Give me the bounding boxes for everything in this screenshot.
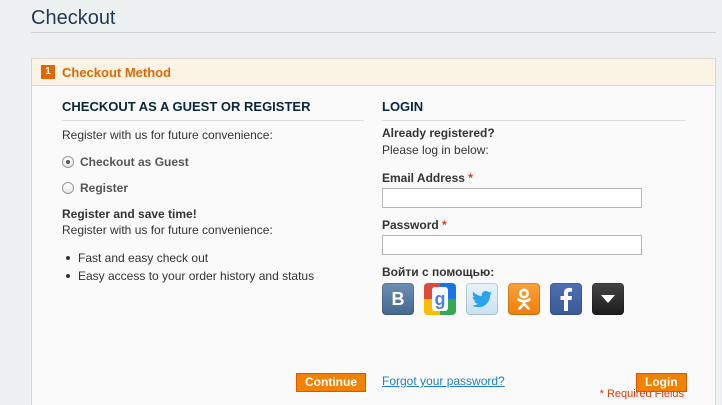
twitter-icon[interactable] [466, 283, 498, 315]
already-registered-text: Already registered? [382, 126, 495, 140]
register-option[interactable]: Register [62, 181, 128, 195]
required-asterisk: * [442, 218, 447, 232]
bullet-icon [66, 274, 70, 278]
odnoklassniki-glyph-icon [517, 288, 531, 310]
email-label: Email Address * [382, 171, 473, 186]
register-radio[interactable] [62, 182, 74, 194]
list-item: Fast and easy check out [62, 249, 314, 267]
register-label[interactable]: Register [80, 181, 128, 195]
google-icon-letter: g [432, 287, 448, 311]
guest-register-column: CHECKOUT AS A GUEST OR REGISTER Register… [62, 99, 366, 392]
password-label: Password * [382, 218, 447, 233]
required-asterisk: * [468, 171, 473, 185]
password-label-text: Password [382, 218, 439, 232]
chevron-down-icon [601, 295, 615, 303]
step-title: Checkout Method [62, 64, 172, 80]
guest-register-heading: CHECKOUT AS A GUEST OR REGISTER [62, 99, 364, 121]
social-login-label: Войти с помощью: [382, 265, 495, 279]
checkout-as-guest-radio[interactable] [62, 156, 74, 168]
facebook-f-icon [560, 287, 572, 311]
benefit-text: Fast and easy check out [78, 251, 209, 265]
benefits-intro: Register with us for future convenience: [62, 223, 273, 237]
benefits-list: Fast and easy check out Easy access to y… [62, 249, 314, 285]
checkout-as-guest-label[interactable]: Checkout as Guest [80, 155, 189, 169]
title-divider [31, 32, 716, 33]
checkout-as-guest-option[interactable]: Checkout as Guest [62, 155, 189, 169]
login-column: LOGIN Already registered? Please log in … [382, 99, 687, 400]
register-intro-text: Register with us for future convenience: [62, 128, 273, 142]
odnoklassniki-icon[interactable] [508, 283, 540, 315]
social-login-buttons: В g [382, 283, 624, 315]
continue-button[interactable]: Continue [296, 373, 366, 392]
benefit-text: Easy access to your order history and st… [78, 269, 315, 283]
bullet-icon [66, 256, 70, 260]
please-login-text: Please log in below: [382, 143, 489, 157]
list-item: Easy access to your order history and st… [62, 267, 314, 285]
twitter-bird-icon [472, 291, 492, 307]
benefits-title: Register and save time! [62, 207, 197, 221]
more-dropdown-icon[interactable] [592, 283, 624, 315]
facebook-icon[interactable] [550, 283, 582, 315]
step-header[interactable]: 1 Checkout Method [32, 59, 715, 86]
email-label-text: Email Address [382, 171, 465, 185]
checkout-method-section: 1 Checkout Method CHECKOUT AS A GUEST OR… [31, 58, 716, 405]
email-field[interactable] [382, 188, 642, 208]
forgot-password-link[interactable]: Forgot your password? [382, 374, 505, 388]
password-field[interactable] [382, 235, 642, 255]
page-title: Checkout [31, 7, 116, 29]
login-heading: LOGIN [382, 99, 686, 121]
step-number-badge: 1 [41, 65, 55, 79]
vkontakte-icon[interactable]: В [382, 283, 414, 315]
login-button[interactable]: Login [636, 373, 687, 392]
google-icon[interactable]: g [424, 283, 456, 315]
